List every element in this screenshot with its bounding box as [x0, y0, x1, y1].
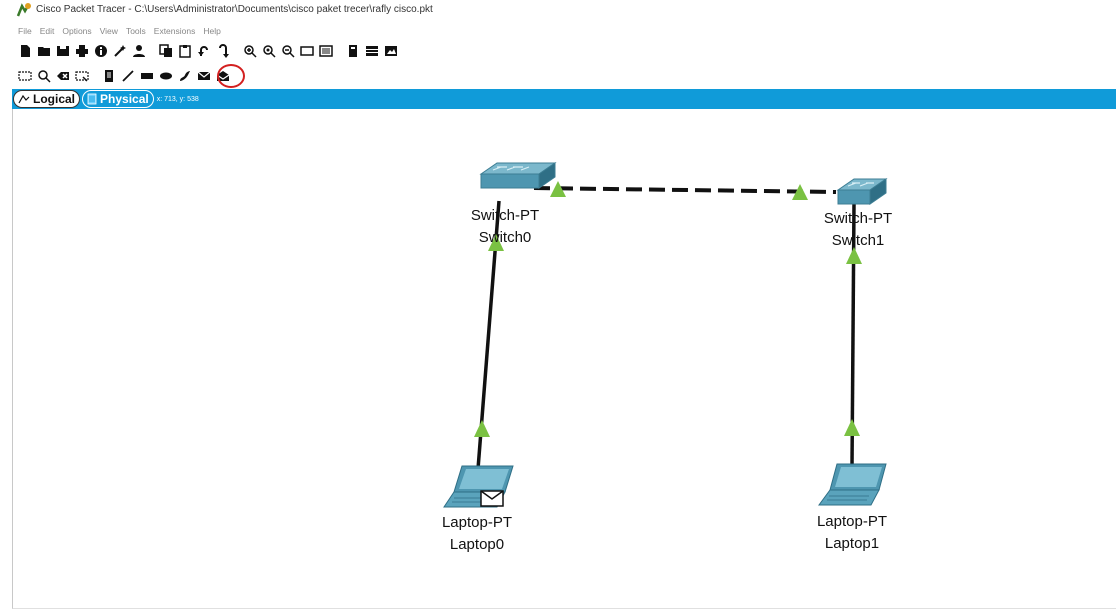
link-switch0-switch1[interactable]	[533, 181, 837, 200]
freeform-icon[interactable]	[176, 67, 194, 85]
tab-logical[interactable]: Logical	[13, 90, 81, 108]
physical-workspace-icon	[87, 93, 97, 105]
switch1-model: Switch-PT	[823, 210, 893, 227]
pdu-envelope-icon[interactable]	[480, 490, 504, 507]
image-icon[interactable]	[382, 42, 400, 60]
zoom-in-icon[interactable]	[241, 42, 259, 60]
laptop0-name: Laptop0	[449, 536, 505, 553]
switch1-label: Switch-PT Switch1	[813, 208, 903, 252]
select-icon[interactable]	[16, 67, 34, 85]
laptop0-model: Laptop-PT	[441, 514, 513, 531]
menu-options[interactable]: Options	[62, 26, 91, 36]
tab-physical[interactable]: Physical	[82, 90, 154, 108]
print-icon[interactable]	[73, 42, 91, 60]
wizard-icon[interactable]	[111, 42, 129, 60]
open-icon[interactable]	[35, 42, 53, 60]
link-status-switch1-laptop1-bottom	[844, 419, 860, 436]
laptop0-label: Laptop-PT Laptop0	[432, 512, 522, 556]
menu-bar: File Edit Options View Tools Extensions …	[0, 24, 229, 38]
redo-icon[interactable]	[214, 42, 232, 60]
cursor-coordinates: x: 713, y: 538	[156, 95, 199, 103]
zoom-reset-icon[interactable]	[260, 42, 278, 60]
title-bar: Cisco Packet Tracer - C:\Users\Administr…	[0, 0, 1116, 19]
tab-physical-label: Physical	[100, 92, 149, 106]
rectangle-icon[interactable]	[138, 67, 156, 85]
menu-file[interactable]: File	[18, 26, 32, 36]
menu-view[interactable]: View	[100, 26, 118, 36]
zoom-out-icon[interactable]	[279, 42, 297, 60]
switch0-label: Switch-PT Switch0	[460, 205, 550, 249]
switch1-name: Switch1	[831, 232, 885, 249]
resize-icon[interactable]	[73, 67, 91, 85]
info-icon[interactable]	[92, 42, 110, 60]
logical-workspace-icon	[18, 94, 30, 104]
switch0-name: Switch0	[478, 229, 532, 246]
line-icon[interactable]	[119, 67, 137, 85]
link-status-switch0-laptop0-bottom	[474, 420, 490, 437]
ellipse-icon[interactable]	[157, 67, 175, 85]
laptop1-label: Laptop-PT Laptop1	[807, 511, 897, 555]
menu-tools[interactable]: Tools	[126, 26, 146, 36]
common-tools-toolbar	[16, 66, 233, 86]
note-icon[interactable]	[100, 67, 118, 85]
switch1-icon[interactable]	[836, 178, 888, 205]
menu-help[interactable]: Help	[203, 26, 220, 36]
switch0-icon[interactable]	[479, 162, 557, 189]
packet-tracer-logo-icon	[16, 2, 31, 16]
switch0-model: Switch-PT	[470, 207, 540, 224]
undo-icon[interactable]	[195, 42, 213, 60]
save-icon[interactable]	[54, 42, 72, 60]
paste-icon[interactable]	[176, 42, 194, 60]
user-icon[interactable]	[130, 42, 148, 60]
viewport-icon[interactable]	[344, 42, 362, 60]
copy-icon[interactable]	[157, 42, 175, 60]
window-title: Cisco Packet Tracer - C:\Users\Administr…	[36, 4, 433, 15]
laptop1-name: Laptop1	[824, 535, 880, 552]
logical-workspace-canvas[interactable]: Switch-PT Switch0 Switch-PT Switch1 Lapt…	[12, 109, 1116, 609]
laptop1-icon[interactable]	[818, 463, 887, 506]
packet-tracer-window: Cisco Packet Tracer - C:\Users\Administr…	[0, 0, 1116, 612]
workspace-tab-bar: Logical Physical x: 713, y: 538	[12, 89, 1116, 109]
new-icon[interactable]	[16, 42, 34, 60]
main-toolbar	[16, 41, 401, 61]
tab-logical-label: Logical	[33, 92, 76, 106]
menu-extensions[interactable]: Extensions	[154, 26, 196, 36]
delete-icon[interactable]	[54, 67, 72, 85]
list-icon[interactable]	[363, 42, 381, 60]
inspect-icon[interactable]	[35, 67, 53, 85]
drawing-palette-icon[interactable]	[298, 42, 316, 60]
custom-device-icon[interactable]	[317, 42, 335, 60]
menu-edit[interactable]: Edit	[40, 26, 55, 36]
topology-svg	[443, 162, 888, 508]
add-complex-pdu-icon[interactable]	[214, 67, 232, 85]
add-simple-pdu-icon[interactable]	[195, 67, 213, 85]
laptop1-model: Laptop-PT	[816, 513, 888, 530]
